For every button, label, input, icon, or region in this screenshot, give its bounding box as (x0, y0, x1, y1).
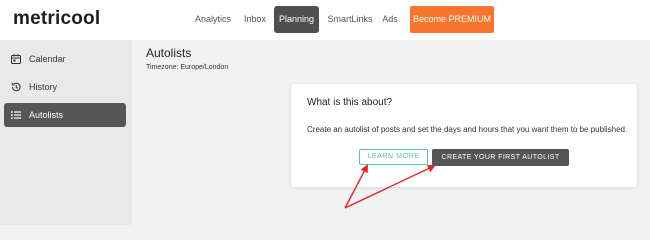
card-title: What is this about? (307, 97, 393, 108)
nav-inbox[interactable]: Inbox (240, 6, 270, 33)
metricool-logo[interactable]: metricool (13, 8, 100, 30)
become-premium-button[interactable]: Become PREMIUM (410, 6, 494, 33)
sidebar: Calendar History Autolists (0, 40, 132, 225)
sidebar-item-label: Calendar (29, 54, 66, 64)
sidebar-item-label: Autolists (29, 110, 64, 120)
card-description: Create an autolist of posts and set the … (307, 125, 628, 134)
timezone-label: Timezone: Europe/London (146, 64, 229, 71)
sidebar-item-label: History (29, 82, 58, 92)
nav-ads[interactable]: Ads (380, 6, 400, 33)
top-navigation-bar: metricool Analytics Inbox Planning Smart… (0, 0, 650, 40)
sidebar-item-calendar[interactable]: Calendar (4, 47, 126, 71)
sidebar-item-autolists[interactable]: Autolists (4, 103, 126, 127)
nav-planning[interactable]: Planning (274, 6, 319, 33)
page-title: Autolists (146, 46, 192, 60)
history-icon (11, 82, 21, 92)
sidebar-item-history[interactable]: History (4, 75, 126, 99)
nav-smartlinks[interactable]: SmartLinks (325, 6, 375, 33)
nav-analytics[interactable]: Analytics (193, 6, 233, 33)
autolist-info-card: What is this about? Create an autolist o… (291, 84, 637, 187)
list-icon (11, 111, 21, 119)
create-first-autolist-button[interactable]: CREATE YOUR FIRST AUTOLIST (432, 149, 569, 166)
calendar-icon (11, 54, 21, 64)
learn-more-button[interactable]: LEARN MORE (359, 149, 428, 165)
